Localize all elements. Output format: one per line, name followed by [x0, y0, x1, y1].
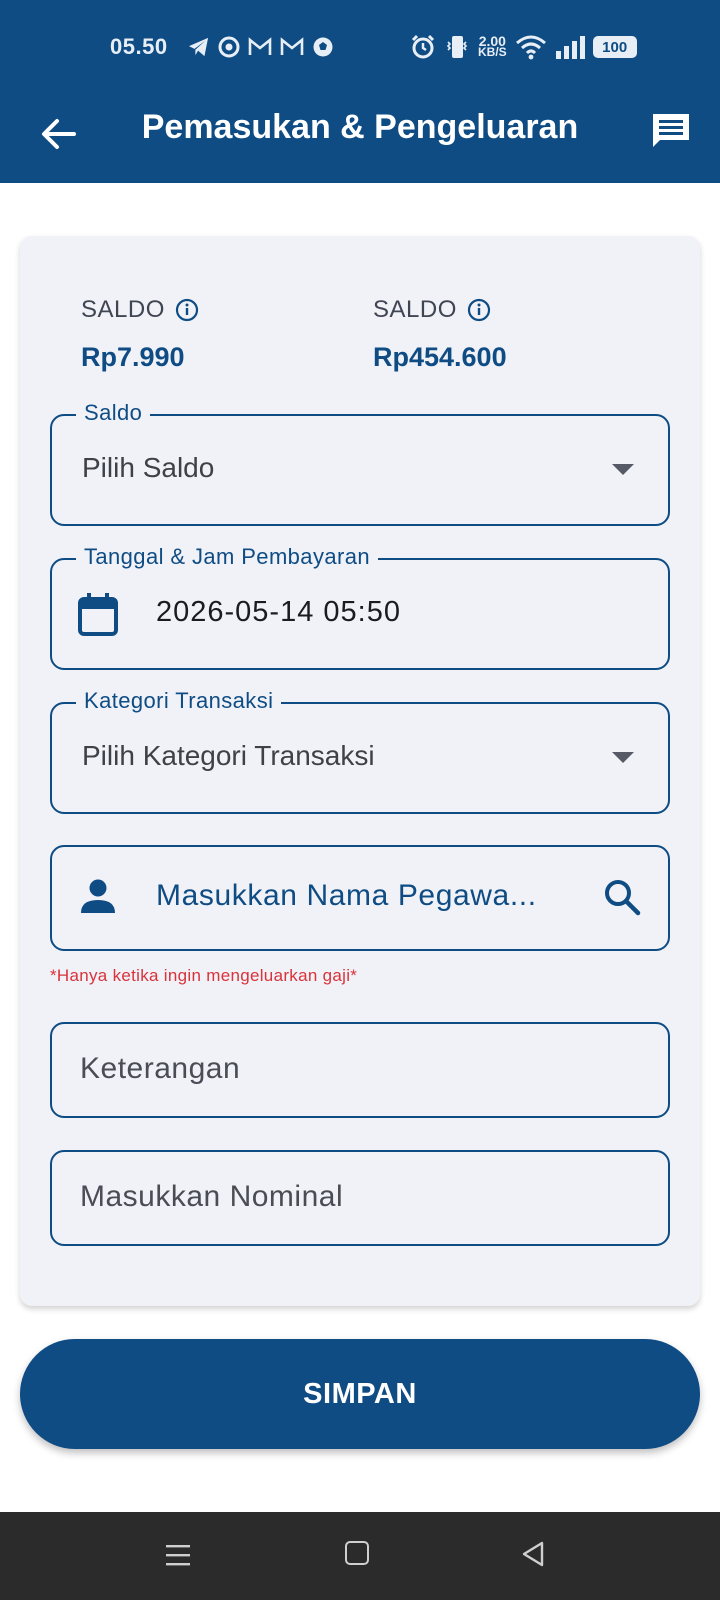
category-selected-value: Pilih Kategori Transaksi	[82, 740, 375, 771]
system-nav-bar	[0, 1512, 720, 1600]
app-screen: 05.50 2.00 KB/S 100 Pemasukan & Pengelua…	[0, 0, 720, 1600]
saldo-selected-value: Pilih Saldo	[82, 452, 215, 483]
balance-value: Rp7.990	[81, 342, 185, 372]
employee-search-field[interactable]: Masukkan Nama Pegawa...	[50, 845, 670, 951]
balance-value: Rp454.600	[373, 342, 507, 372]
description-input[interactable]: Keterangan	[80, 1052, 240, 1086]
wifi-icon	[515, 35, 546, 60]
salary-hint: *Hanya ketika ingin mengeluarkan gaji*	[50, 966, 358, 985]
info-icon[interactable]	[467, 298, 491, 322]
dropdown-arrow-icon	[612, 752, 634, 763]
dropdown-arrow-icon	[612, 464, 634, 475]
amount-field[interactable]: Masukkan Nominal	[50, 1150, 670, 1246]
status-bar: 05.50 2.00 KB/S 100	[0, 0, 720, 96]
home-icon[interactable]	[345, 1541, 369, 1565]
datetime-value: 2026-05-14 05:50	[156, 596, 401, 628]
datetime-legend: Tanggal & Jam Pembayaran	[76, 544, 378, 570]
gmail-icon	[280, 37, 304, 55]
page-title: Pemasukan & Pengeluaran	[141, 108, 579, 146]
status-time: 05.50	[110, 34, 168, 59]
battery-indicator: 100	[592, 36, 637, 58]
save-button[interactable]: SIMPAN	[20, 1339, 700, 1449]
balance-label: SALDO	[81, 296, 165, 323]
category-dropdown[interactable]: Kategori Transaksi Pilih Kategori Transa…	[50, 688, 670, 814]
balance-summary-2: SALDO Rp454.600	[373, 296, 507, 373]
gmail-icon	[248, 37, 272, 55]
info-icon[interactable]	[175, 298, 199, 322]
alarm-icon	[411, 34, 435, 59]
category-legend: Kategori Transaksi	[76, 688, 282, 714]
employee-search-input[interactable]: Masukkan Nama Pegawa...	[156, 879, 566, 913]
payment-datetime-field[interactable]: Tanggal & Jam Pembayaran 2026-05-14 05:5…	[50, 544, 670, 670]
top-bar: 05.50 2.00 KB/S 100 Pemasukan & Pengelua…	[0, 0, 720, 183]
nav-back-icon[interactable]	[520, 1540, 546, 1568]
description-field[interactable]: Keterangan	[50, 1022, 670, 1118]
vibrate-icon	[446, 36, 468, 58]
signal-icon	[555, 36, 585, 59]
transaction-form-card: SALDO Rp7.990 SALDO Rp454.600 Saldo Pili…	[20, 236, 700, 1306]
message-icon	[653, 114, 689, 147]
record-icon	[218, 36, 240, 58]
balance-label: SALDO	[373, 296, 457, 323]
message-button[interactable]	[646, 106, 696, 156]
telegram-icon	[189, 37, 209, 57]
notification-icons	[188, 36, 334, 58]
amount-input[interactable]: Masukkan Nominal	[80, 1180, 343, 1214]
app-bar: Pemasukan & Pengeluaran	[0, 96, 720, 183]
saldo-legend: Saldo	[76, 400, 151, 426]
saldo-dropdown[interactable]: Saldo Pilih Saldo	[50, 400, 670, 526]
network-speed: 2.00 KB/S	[478, 33, 507, 59]
calendar-icon	[78, 593, 118, 636]
balance-summary-1: SALDO Rp7.990	[81, 296, 199, 373]
recents-menu-icon[interactable]	[165, 1542, 191, 1568]
search-icon[interactable]	[602, 877, 642, 917]
system-icons: 2.00 KB/S 100	[410, 34, 637, 60]
soccer-ball-icon	[313, 37, 333, 57]
person-icon	[81, 879, 115, 913]
